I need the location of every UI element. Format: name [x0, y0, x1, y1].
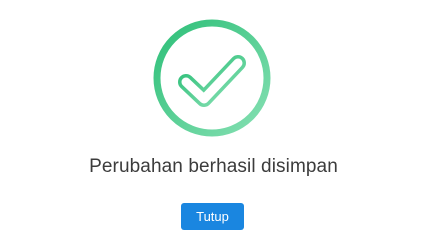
success-check-icon	[152, 18, 272, 138]
success-message: Perubahan berhasil disimpan	[89, 156, 338, 177]
close-button[interactable]: Tutup	[181, 203, 244, 230]
success-dialog: Perubahan berhasil disimpan Tutup	[0, 0, 427, 252]
